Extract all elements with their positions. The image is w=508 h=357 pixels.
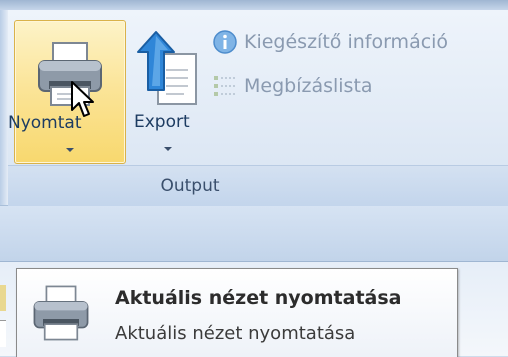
info-icon xyxy=(213,30,237,54)
chevron-down-icon xyxy=(66,148,74,152)
ribbon-group-label: Output xyxy=(160,176,220,196)
printer-icon xyxy=(33,285,89,341)
order-list-button[interactable]: Megbízáslista xyxy=(212,72,373,100)
partially-hidden-item xyxy=(0,320,6,347)
order-list-label: Megbízáslista xyxy=(244,75,373,97)
partially-hidden-item xyxy=(0,285,6,311)
window-top-edge xyxy=(0,0,508,10)
print-current-view-menu-item[interactable]: Aktuális nézet nyomtatása Aktuális nézet… xyxy=(16,268,458,357)
additional-info-button[interactable]: Kiegészítő információ xyxy=(212,28,448,56)
export-button-label: Export xyxy=(134,112,190,132)
menu-item-description: Aktuális nézet nyomtatása xyxy=(115,323,356,344)
list-icon xyxy=(214,76,236,96)
export-button[interactable]: Export xyxy=(132,20,206,162)
additional-info-label: Kiegészítő információ xyxy=(244,31,449,53)
toolbar-band xyxy=(0,206,508,262)
export-icon xyxy=(137,31,197,105)
chevron-down-icon xyxy=(164,147,172,151)
menu-item-title: Aktuális nézet nyomtatása xyxy=(115,287,402,309)
mouse-cursor-icon xyxy=(71,81,94,117)
